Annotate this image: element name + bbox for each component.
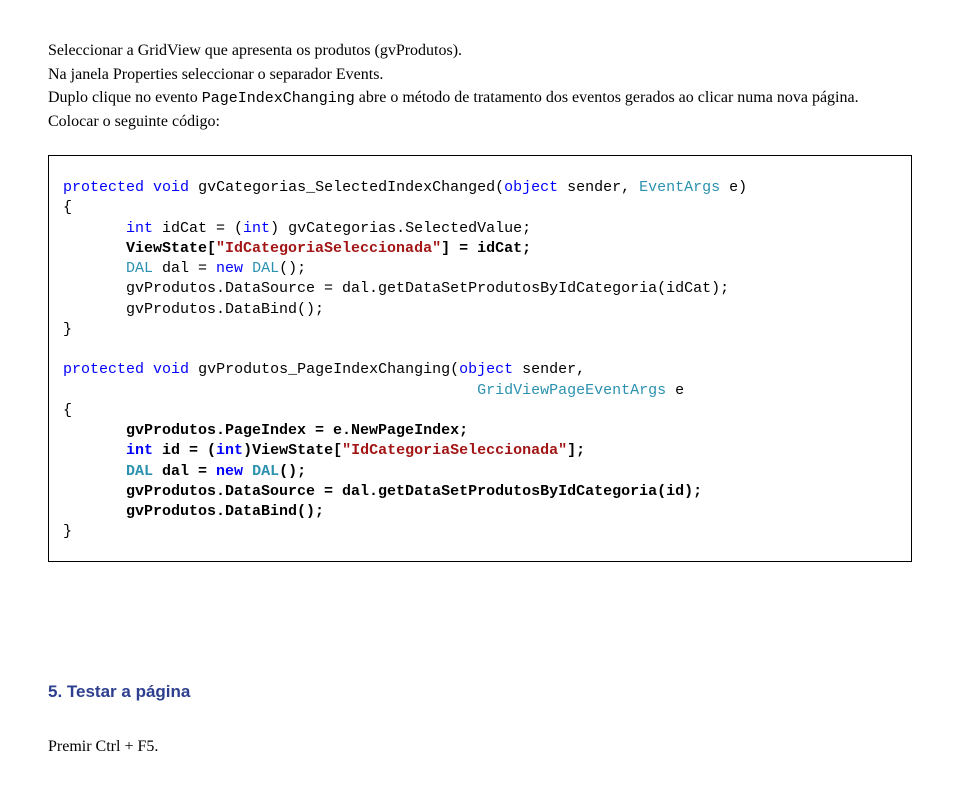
kw-int-2: int [243, 220, 270, 237]
kw-protected-2: protected [63, 361, 144, 378]
m1-close: e) [720, 179, 747, 196]
type-dal-1: DAL [126, 260, 153, 277]
brace-close-1: } [63, 321, 72, 338]
intro-line-3a: Duplo clique no evento [48, 89, 202, 106]
intro-line-3: Duplo clique no evento PageIndexChanging… [48, 87, 912, 109]
m2-e: e [666, 382, 684, 399]
brace-open-1: { [63, 199, 72, 216]
kw-new-2: new [216, 463, 243, 480]
kw-int-4: int [216, 442, 243, 459]
intro-line-1: Seleccionar a GridView que apresenta os … [48, 40, 912, 62]
kw-int-1: int [126, 220, 153, 237]
m2-b2-str: "IdCategoriaSeleccionada" [342, 442, 567, 459]
m2-b4: gvProdutos.DataSource = dal.getDataSetPr… [126, 483, 702, 500]
m1-l2b: ] = idCat; [441, 240, 531, 257]
kw-int-3: int [126, 442, 153, 459]
intro-line-3b: abre o método de tratamento dos eventos … [355, 89, 859, 106]
type-eventargs: EventArgs [639, 179, 720, 196]
code-box: protected void gvCategorias_SelectedInde… [48, 155, 912, 562]
type-dal-4: DAL [252, 463, 279, 480]
kw-void: void [153, 179, 189, 196]
m2-b2a: id = ( [153, 442, 216, 459]
m1-l3b: (); [279, 260, 306, 277]
brace-close-2: } [63, 523, 72, 540]
section-heading: 5. Testar a página [48, 682, 912, 702]
m1-l3a: dal = [153, 260, 216, 277]
closing-text: Premir Ctrl + F5. [48, 738, 912, 756]
intro-line-3-mono: PageIndexChanging [202, 90, 355, 107]
intro-line-2: Na janela Properties seleccionar o separ… [48, 64, 912, 86]
m1-l1b: ) gvCategorias.SelectedValue; [270, 220, 531, 237]
kw-void-2: void [153, 361, 189, 378]
kw-protected: protected [63, 179, 144, 196]
intro-line-4: Colocar o seguinte código: [48, 111, 912, 133]
m1-name: gvCategorias_SelectedIndexChanged( [198, 179, 504, 196]
type-dal-3: DAL [126, 463, 153, 480]
m1-l5: gvProdutos.DataBind(); [126, 301, 324, 318]
m1-l2a: ViewState[ [126, 240, 216, 257]
m1-l2-str: "IdCategoriaSeleccionada" [216, 240, 441, 257]
type-dal-2: DAL [252, 260, 279, 277]
m2-sender: sender, [513, 361, 585, 378]
m1-sender: sender, [558, 179, 639, 196]
brace-open-2: { [63, 402, 72, 419]
m1-l1a: idCat = ( [153, 220, 243, 237]
kw-object-1: object [504, 179, 558, 196]
kw-object-2: object [459, 361, 513, 378]
m2-b3b: (); [279, 463, 306, 480]
m2-b5: gvProdutos.DataBind(); [126, 503, 324, 520]
intro-paragraphs: Seleccionar a GridView que apresenta os … [48, 40, 912, 133]
type-gvpev: GridViewPageEventArgs [477, 382, 666, 399]
m1-l4: gvProdutos.DataSource = dal.getDataSetPr… [126, 280, 729, 297]
m2-name: gvProdutos_PageIndexChanging( [198, 361, 459, 378]
m2-b2c: ]; [567, 442, 585, 459]
m2-b3a: dal = [153, 463, 216, 480]
kw-new-1: new [216, 260, 243, 277]
m2-b2b: )ViewState[ [243, 442, 342, 459]
m2-b1: gvProdutos.PageIndex = e.NewPageIndex; [126, 422, 468, 439]
